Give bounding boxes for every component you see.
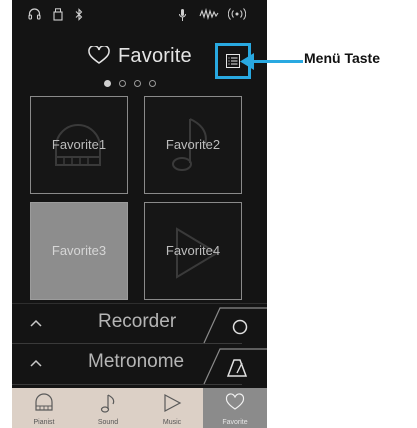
list-menu-icon: [226, 54, 240, 68]
metronome-icon: [226, 359, 248, 377]
callout-label: Menü Taste: [304, 50, 380, 66]
tab-label: Pianist: [33, 419, 55, 426]
app-screen: Favorite Favorite1 Favorite2 Favorite3 F…: [12, 0, 267, 428]
tab-music[interactable]: Music: [140, 388, 204, 428]
arrow-left-icon: [240, 53, 254, 70]
metronome-label: Metronome: [88, 351, 185, 372]
page-indicator: [12, 80, 267, 90]
bottom-tab-bar: Pianist Sound Music Favorite: [12, 388, 267, 428]
tab-sound[interactable]: Sound: [76, 388, 140, 428]
status-bar: [12, 0, 267, 30]
tab-label: Sound: [97, 419, 119, 426]
heart-icon: [225, 393, 245, 410]
metronome-button[interactable]: [202, 341, 267, 386]
page-dot[interactable]: [149, 80, 156, 87]
chevron-up-icon: [30, 319, 42, 327]
favorite-tile-4[interactable]: Favorite4: [144, 202, 242, 300]
page-dot[interactable]: [119, 80, 126, 87]
favorite-label: Favorite4: [165, 243, 221, 258]
circle-record-icon: [232, 319, 248, 335]
microphone-icon: [179, 9, 186, 21]
tab-label: Music: [162, 419, 182, 426]
heart-icon: [88, 46, 110, 64]
page-dot[interactable]: [104, 80, 111, 87]
wave-icon: [199, 8, 219, 20]
recorder-button[interactable]: [202, 300, 267, 345]
page-title: Favorite: [118, 45, 192, 67]
tab-pianist[interactable]: Pianist: [12, 388, 76, 428]
favorite-label: Favorite1: [51, 137, 107, 152]
play-icon: [164, 394, 182, 412]
favorite-tile-3[interactable]: Favorite3: [30, 202, 128, 300]
favorite-label: Favorite3: [51, 243, 107, 258]
bluetooth-icon: [75, 8, 83, 21]
tab-label: Favorite: [222, 419, 248, 426]
music-note-icon: [100, 394, 115, 413]
wireless-signal-icon: [228, 8, 246, 20]
tab-favorite[interactable]: Favorite: [203, 388, 267, 428]
favorite-label: Favorite2: [165, 137, 221, 152]
recorder-label: Recorder: [98, 311, 177, 332]
usb-drive-icon: [53, 8, 63, 21]
chevron-up-icon: [30, 359, 42, 367]
favorite-tile-2[interactable]: Favorite2: [144, 96, 242, 194]
favorite-tile-1[interactable]: Favorite1: [30, 96, 128, 194]
page-dot[interactable]: [134, 80, 141, 87]
headphones-icon: [28, 8, 41, 20]
piano-icon: [35, 393, 53, 411]
